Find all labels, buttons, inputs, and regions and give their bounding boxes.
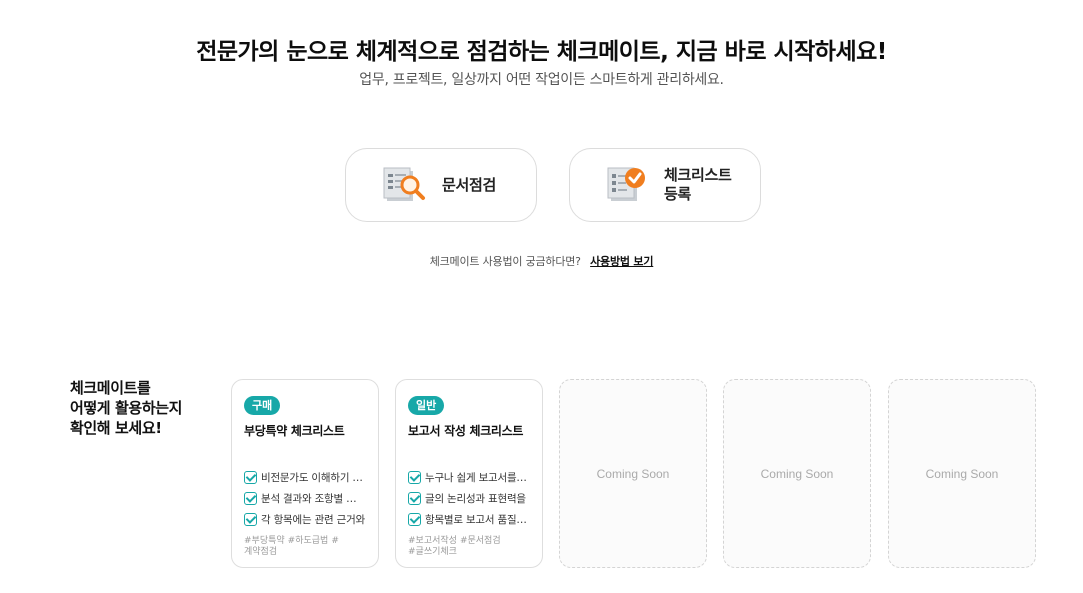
tag: #글쓰기체크 xyxy=(408,547,457,557)
card-items: 비전문가도 이해하기 쉽게 분석 결과와 조항별 위험도 각 항목에는 관련 근… xyxy=(244,467,366,530)
coming-soon-card: Coming Soon xyxy=(723,379,871,568)
card-tags: #보고서작성 #문서점검#글쓰기체크 xyxy=(408,536,508,558)
checkbox-icon xyxy=(408,513,421,526)
card-item-text: 각 항목에는 관련 근거와 xyxy=(261,514,366,526)
card-item: 분석 결과와 조항별 위험도 xyxy=(244,488,366,509)
checklist-card[interactable]: 구매 부당특약 체크리스트 비전문가도 이해하기 쉽게 분석 결과와 조항별 위… xyxy=(231,379,379,568)
checkbox-icon xyxy=(244,492,257,505)
card-item-text: 글의 논리성과 표현력을 xyxy=(425,493,526,505)
checkbox-icon xyxy=(408,492,421,505)
card-item: 항목별로 보고서 품질 점검 xyxy=(408,509,530,530)
showcase-title-line1: 체크메이트를 xyxy=(70,379,151,397)
checkbox-icon xyxy=(244,513,257,526)
card-item-text: 비전문가도 이해하기 쉽게 xyxy=(261,472,366,484)
coming-soon-card: Coming Soon xyxy=(559,379,707,568)
document-check-icon xyxy=(607,167,645,201)
card-item: 비전문가도 이해하기 쉽게 xyxy=(244,467,366,488)
page-title: 전문가의 눈으로 체계적으로 점검하는 체크메이트, 지금 바로 시작하세요! xyxy=(196,39,887,65)
document-search-icon xyxy=(383,167,425,201)
showcase-title: 체크메이트를 어떻게 활용하는지 확인해 보세요! xyxy=(70,378,220,438)
card-title: 부당특약 체크리스트 xyxy=(244,424,345,438)
tag: #보고서작성 xyxy=(408,536,457,546)
checkbox-icon xyxy=(244,471,257,484)
checklist-register-label-line2: 등록 xyxy=(664,185,692,203)
howto-link[interactable]: 사용방법 보기 xyxy=(590,255,653,268)
tag: #부당특약 xyxy=(244,536,285,546)
showcase-title-line3: 확인해 보세요! xyxy=(70,419,162,437)
showcase-title-line2: 어떻게 활용하는지 xyxy=(70,399,183,417)
checklist-register-label: 체크리스트 등록 xyxy=(664,166,732,204)
card-tags: #부당특약 #하도급법 #계약점검 xyxy=(244,536,344,558)
card-item-text: 항목별로 보고서 품질 점검 xyxy=(425,514,530,526)
howto-question: 체크메이트 사용법이 궁금하다면? xyxy=(429,255,581,268)
card-item: 글의 논리성과 표현력을 xyxy=(408,488,530,509)
card-item-text: 분석 결과와 조항별 위험도 xyxy=(261,493,366,505)
checklist-register-label-line1: 체크리스트 xyxy=(664,166,732,184)
card-item: 누구나 쉽게 보고서를 작성 xyxy=(408,467,530,488)
checkbox-icon xyxy=(408,471,421,484)
card-item: 각 항목에는 관련 근거와 xyxy=(244,509,366,530)
tag: #문서점검 xyxy=(459,536,501,546)
checklist-card[interactable]: 일반 보고서 작성 체크리스트 누구나 쉽게 보고서를 작성 글의 논리성과 표… xyxy=(395,379,543,568)
document-check-label: 문서점검 xyxy=(442,175,497,194)
card-title: 보고서 작성 체크리스트 xyxy=(408,424,524,438)
category-badge: 구매 xyxy=(244,396,281,415)
page-subtitle: 업무, 프로젝트, 일상까지 어떤 작업이든 스마트하게 관리하세요. xyxy=(359,72,724,88)
card-item-text: 누구나 쉽게 보고서를 작성 xyxy=(425,472,530,484)
card-items: 누구나 쉽게 보고서를 작성 글의 논리성과 표현력을 항목별로 보고서 품질 … xyxy=(408,467,530,530)
document-check-button[interactable]: 문서점검 xyxy=(345,148,537,222)
checklist-register-button[interactable]: 체크리스트 등록 xyxy=(569,148,761,222)
category-badge: 일반 xyxy=(408,396,445,415)
howto-text: 체크메이트 사용법이 궁금하다면? 사용방법 보기 xyxy=(0,253,1083,269)
tag: #하도급법 xyxy=(287,536,329,546)
coming-soon-card: Coming Soon xyxy=(888,379,1036,568)
